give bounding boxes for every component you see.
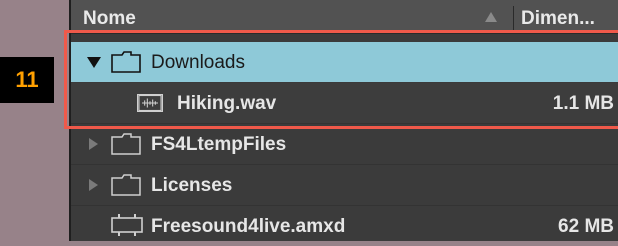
column-header: Nome Dimen... <box>71 0 618 34</box>
folder-icon <box>111 174 141 196</box>
folder-icon <box>111 133 141 155</box>
item-size: 62 MB <box>558 216 614 237</box>
list-item-fs4ltempfiles[interactable]: FS4LtempFiles <box>71 124 618 164</box>
item-label: Freesound4live.amxd <box>151 216 346 237</box>
name-column-header[interactable]: Nome <box>83 8 136 30</box>
list-item-freesound4live[interactable]: Freesound4live.amxd 62 MB <box>71 206 618 246</box>
list-item-licenses[interactable]: Licenses <box>71 165 618 205</box>
size-column-header[interactable]: Dimen... <box>521 8 595 30</box>
expand-arrow-icon[interactable] <box>89 179 98 191</box>
item-label: Licenses <box>151 175 233 196</box>
max-device-icon <box>111 214 143 236</box>
highlight-box <box>64 30 618 129</box>
column-divider[interactable] <box>513 6 514 33</box>
item-label: FS4LtempFiles <box>151 134 287 155</box>
expand-arrow-icon[interactable] <box>89 138 98 150</box>
step-badge: 11 <box>0 57 54 103</box>
sort-ascending-icon[interactable] <box>485 12 497 22</box>
